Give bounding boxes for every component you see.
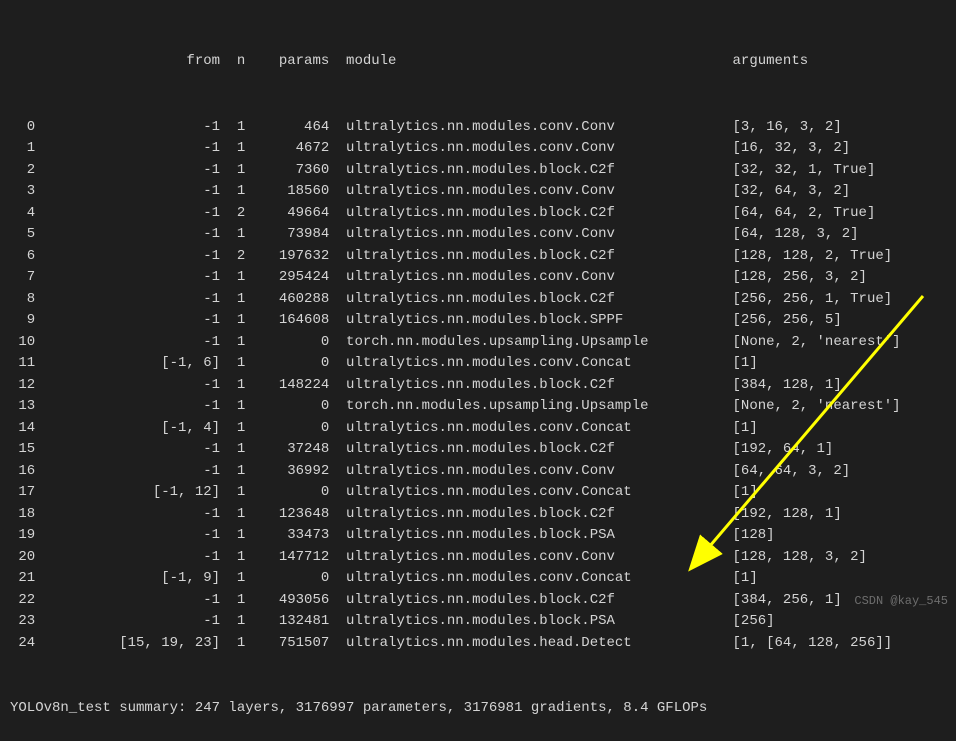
table-row: 18 -1 1 123648 ultralytics.nn.modules.bl… <box>10 504 946 526</box>
table-row: 4 -1 2 49664 ultralytics.nn.modules.bloc… <box>10 203 946 225</box>
table-row: 23 -1 1 132481 ultralytics.nn.modules.bl… <box>10 611 946 633</box>
table-row: 21 [-1, 9] 1 0 ultralytics.nn.modules.co… <box>10 568 946 590</box>
table-row: 6 -1 2 197632 ultralytics.nn.modules.blo… <box>10 246 946 268</box>
table-row: 20 -1 1 147712 ultralytics.nn.modules.co… <box>10 547 946 569</box>
terminal-output: from n params module arguments 0 -1 1 46… <box>10 8 946 741</box>
table-row: 7 -1 1 295424 ultralytics.nn.modules.con… <box>10 267 946 289</box>
table-row: 11 [-1, 6] 1 0 ultralytics.nn.modules.co… <box>10 353 946 375</box>
table-row: 15 -1 1 37248 ultralytics.nn.modules.blo… <box>10 439 946 461</box>
table-row: 1 -1 1 4672 ultralytics.nn.modules.conv.… <box>10 138 946 160</box>
table-row: 9 -1 1 164608 ultralytics.nn.modules.blo… <box>10 310 946 332</box>
table-row: 5 -1 1 73984 ultralytics.nn.modules.conv… <box>10 224 946 246</box>
table-row: 24 [15, 19, 23] 1 751507 ultralytics.nn.… <box>10 633 946 655</box>
table-row: 17 [-1, 12] 1 0 ultralytics.nn.modules.c… <box>10 482 946 504</box>
table-row: 13 -1 1 0 torch.nn.modules.upsampling.Up… <box>10 396 946 418</box>
table-row: 12 -1 1 148224 ultralytics.nn.modules.bl… <box>10 375 946 397</box>
table-row: 10 -1 1 0 torch.nn.modules.upsampling.Up… <box>10 332 946 354</box>
table-row: 3 -1 1 18560 ultralytics.nn.modules.conv… <box>10 181 946 203</box>
table-row: 14 [-1, 4] 1 0 ultralytics.nn.modules.co… <box>10 418 946 440</box>
model-summary: YOLOv8n_test summary: 247 layers, 317699… <box>10 698 946 720</box>
table-row: 16 -1 1 36992 ultralytics.nn.modules.con… <box>10 461 946 483</box>
table-row: 8 -1 1 460288 ultralytics.nn.modules.blo… <box>10 289 946 311</box>
table-row: 22 -1 1 493056 ultralytics.nn.modules.bl… <box>10 590 946 612</box>
watermark-text: CSDN @kay_545 <box>854 594 948 608</box>
table-row: 2 -1 1 7360 ultralytics.nn.modules.block… <box>10 160 946 182</box>
table-row: 0 -1 1 464 ultralytics.nn.modules.conv.C… <box>10 117 946 139</box>
table-header: from n params module arguments <box>10 51 946 73</box>
table-row: 19 -1 1 33473 ultralytics.nn.modules.blo… <box>10 525 946 547</box>
